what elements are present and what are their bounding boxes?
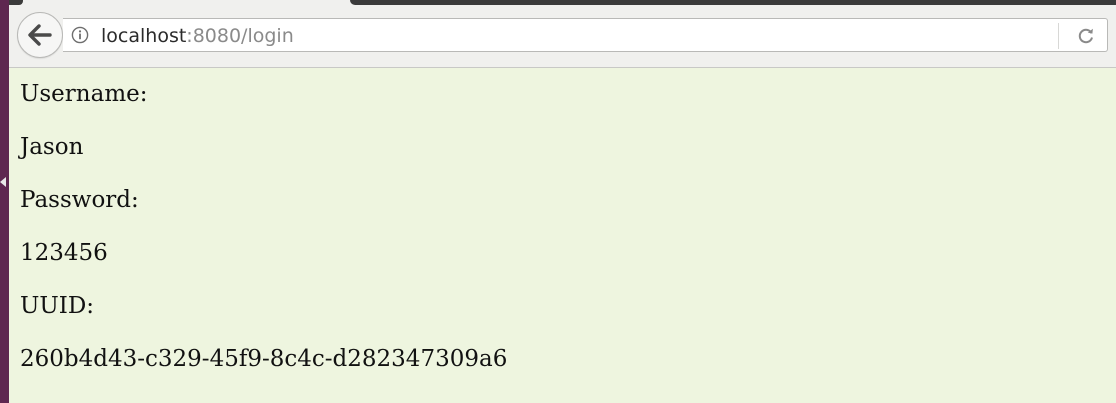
url-host: localhost <box>101 25 187 47</box>
info-icon[interactable] <box>71 26 89 44</box>
desktop-launcher-strip <box>0 0 9 403</box>
uuid-value: 260b4d43-c329-45f9-8c4c-d282347309a6 <box>20 346 508 372</box>
password-value: 123456 <box>20 240 108 266</box>
reload-icon <box>1078 28 1093 44</box>
url-divider <box>1058 23 1059 49</box>
url-path: :8080/login <box>186 25 294 47</box>
back-arrow-icon <box>28 24 52 46</box>
page-content: Username: Jason Password: 123456 UUID: 2… <box>9 68 1116 403</box>
browser-toolbar: localhost:8080/login <box>9 0 1116 68</box>
back-button[interactable] <box>17 12 63 58</box>
password-label: Password: <box>20 187 139 213</box>
username-label: Username: <box>20 81 148 107</box>
tab-strip-edge-left <box>9 0 23 5</box>
screen: localhost:8080/login Username: Jason Pas… <box>0 0 1116 403</box>
url-bar[interactable]: localhost:8080/login <box>63 18 1108 52</box>
tab-strip-edge-right <box>350 0 1116 5</box>
reload-button[interactable] <box>1075 25 1097 47</box>
url-text[interactable]: localhost:8080/login <box>101 23 294 49</box>
launcher-arrow-icon <box>0 177 6 187</box>
username-value: Jason <box>20 134 84 160</box>
uuid-label: UUID: <box>20 293 95 319</box>
